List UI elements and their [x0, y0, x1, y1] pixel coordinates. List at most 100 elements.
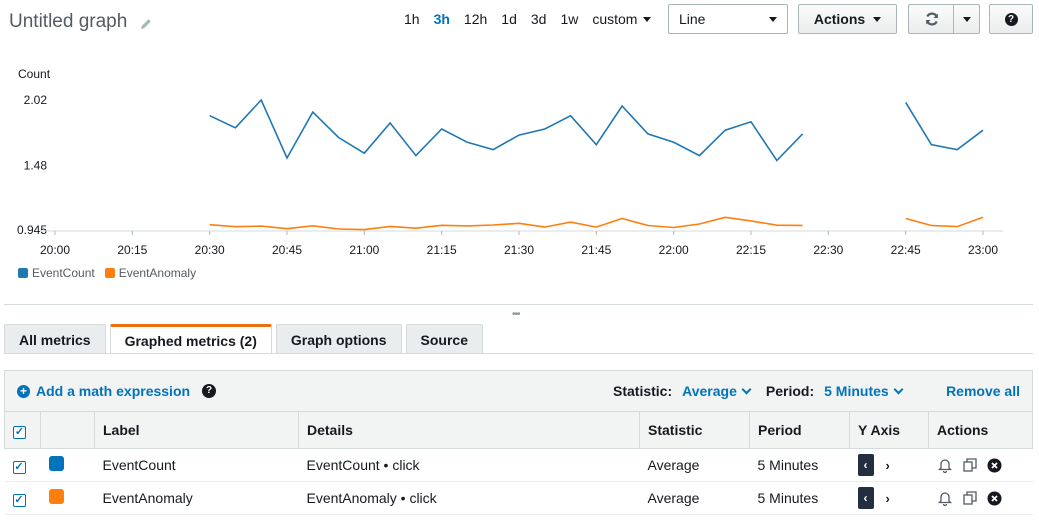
remove-all-link[interactable]: Remove all: [946, 383, 1020, 399]
series-color-swatch[interactable]: [48, 489, 64, 504]
period-dropdown[interactable]: 5 Minutes: [824, 383, 904, 399]
y-axis-label: Count: [18, 67, 51, 81]
refresh-button[interactable]: [908, 4, 954, 34]
bell-icon[interactable]: [937, 490, 953, 506]
duplicate-icon[interactable]: [962, 457, 978, 473]
chevron-down-icon: [893, 384, 904, 394]
actions-header: Actions: [928, 411, 1033, 449]
add-math-expression-link[interactable]: + Add a math expression ?: [17, 383, 217, 399]
x-tick-label: 21:00: [349, 243, 379, 257]
y-tick-label: 1.48: [24, 158, 48, 172]
label-header[interactable]: Label: [94, 411, 299, 449]
plus-circle-icon: +: [17, 384, 30, 398]
range-1h[interactable]: 1h: [404, 11, 420, 27]
refresh-options-button[interactable]: [953, 4, 980, 34]
x-tick-label: 21:30: [504, 243, 534, 257]
x-tick-label: 22:00: [659, 243, 689, 257]
y-axis-left-button[interactable]: ‹: [857, 454, 874, 476]
row-label[interactable]: EventAnomaly: [94, 481, 299, 515]
range-1d[interactable]: 1d: [501, 11, 517, 27]
statistic-period-controls: Statistic: Average Period: 5 Minutes: [613, 383, 904, 399]
x-tick-label: 22:15: [736, 243, 766, 257]
tab-all-metrics[interactable]: All metrics: [4, 324, 106, 354]
period-value: 5 Minutes: [824, 383, 889, 399]
tab-underline: [4, 353, 1033, 354]
range-custom-label: custom: [592, 11, 638, 27]
y-axis-toggle: ‹ ›: [857, 454, 921, 476]
actions-button[interactable]: Actions: [798, 4, 897, 34]
row-details[interactable]: EventAnomaly • click: [298, 481, 640, 515]
y-tick-label: 2.02: [24, 93, 48, 107]
bell-icon[interactable]: [937, 457, 953, 473]
series-line-eventanomaly: [905, 216, 984, 228]
x-tick-label: 22:30: [813, 243, 843, 257]
row-period[interactable]: 5 Minutes: [749, 448, 850, 482]
caret-down-icon: [962, 16, 971, 22]
legend-swatch: [104, 268, 115, 278]
series-line-eventanomaly: [209, 216, 803, 231]
statistic-header[interactable]: Statistic: [639, 411, 750, 449]
chart-legend: EventCount EventAnomaly: [18, 266, 196, 280]
x-tick-label: 20:15: [117, 243, 147, 257]
graph-type-select[interactable]: Line: [668, 4, 788, 34]
row-label[interactable]: EventCount: [94, 448, 299, 482]
range-custom[interactable]: custom: [592, 11, 652, 27]
tab-graphed-metrics[interactable]: Graphed metrics (2): [109, 324, 272, 354]
refresh-icon: [925, 12, 938, 26]
row-statistic[interactable]: Average: [639, 448, 750, 482]
remove-icon[interactable]: [987, 458, 1002, 473]
x-tick-label: 21:45: [581, 243, 611, 257]
caret-down-icon: [873, 16, 882, 22]
tab-source[interactable]: Source: [405, 324, 483, 354]
caret-down-icon: [769, 16, 777, 22]
range-12h[interactable]: 12h: [464, 11, 487, 27]
help-icon[interactable]: ?: [202, 384, 217, 398]
x-tick-label: 23:00: [968, 243, 998, 257]
resize-grip-icon[interactable]: •••: [512, 309, 520, 320]
range-1w[interactable]: 1w: [560, 11, 578, 27]
graph-type-value: Line: [679, 11, 706, 27]
statistic-label: Statistic:: [613, 383, 673, 399]
x-tick-label: 20:30: [195, 243, 225, 257]
range-3d[interactable]: 3d: [531, 11, 547, 27]
row-statistic[interactable]: Average: [639, 481, 750, 515]
x-tick-label: 20:45: [272, 243, 302, 257]
legend-item-eventcount[interactable]: EventCount: [18, 266, 95, 280]
statistic-dropdown[interactable]: Average: [682, 383, 752, 399]
graph-title[interactable]: Untitled graph: [9, 11, 153, 33]
series-line-eventcount: [209, 98, 804, 162]
duplicate-icon[interactable]: [962, 490, 978, 506]
y-axis-header[interactable]: Y Axis: [849, 411, 929, 449]
details-header[interactable]: Details: [298, 411, 640, 449]
row-period[interactable]: 5 Minutes: [749, 481, 850, 515]
y-axis-left-button[interactable]: ‹: [857, 487, 874, 509]
row-details[interactable]: EventCount • click: [298, 448, 640, 482]
help-icon: ?: [1004, 12, 1018, 26]
y-tick-label: 0.945: [17, 223, 47, 237]
period-label: Period:: [765, 383, 815, 399]
table-header-row: ✓ Label Details Statistic Period Y Axis …: [4, 411, 1033, 449]
x-tick-label: 21:15: [427, 243, 457, 257]
row-actions: [937, 490, 1025, 506]
statistic-value: Average: [682, 383, 737, 399]
help-button[interactable]: ?: [989, 4, 1033, 34]
period-header[interactable]: Period: [749, 411, 850, 449]
actions-button-label: Actions: [813, 11, 866, 27]
tab-graph-options[interactable]: Graph options: [275, 324, 402, 354]
metrics-tabs: All metrics Graphed metrics (2) Graph op…: [4, 324, 483, 354]
color-header: [40, 411, 95, 449]
remove-icon[interactable]: [987, 491, 1002, 506]
graphed-metrics-toolbar: + Add a math expression ? Statistic: Ave…: [4, 370, 1033, 411]
legend-item-eventanomaly[interactable]: EventAnomaly: [104, 266, 197, 280]
pencil-icon[interactable]: [139, 15, 153, 29]
select-all-checkbox[interactable]: ✓: [13, 425, 26, 439]
row-checkbox[interactable]: ✓: [12, 460, 26, 474]
x-tick-label: 20:00: [40, 243, 70, 257]
row-checkbox[interactable]: ✓: [12, 493, 26, 507]
y-axis-right-button[interactable]: ›: [886, 491, 890, 506]
range-3h[interactable]: 3h: [434, 11, 450, 27]
legend-label: EventAnomaly: [118, 266, 197, 280]
y-axis-right-button[interactable]: ›: [886, 458, 890, 473]
table-row: ✓ EventAnomaly EventAnomaly • click Aver…: [4, 481, 1033, 515]
series-color-swatch[interactable]: [48, 456, 64, 471]
